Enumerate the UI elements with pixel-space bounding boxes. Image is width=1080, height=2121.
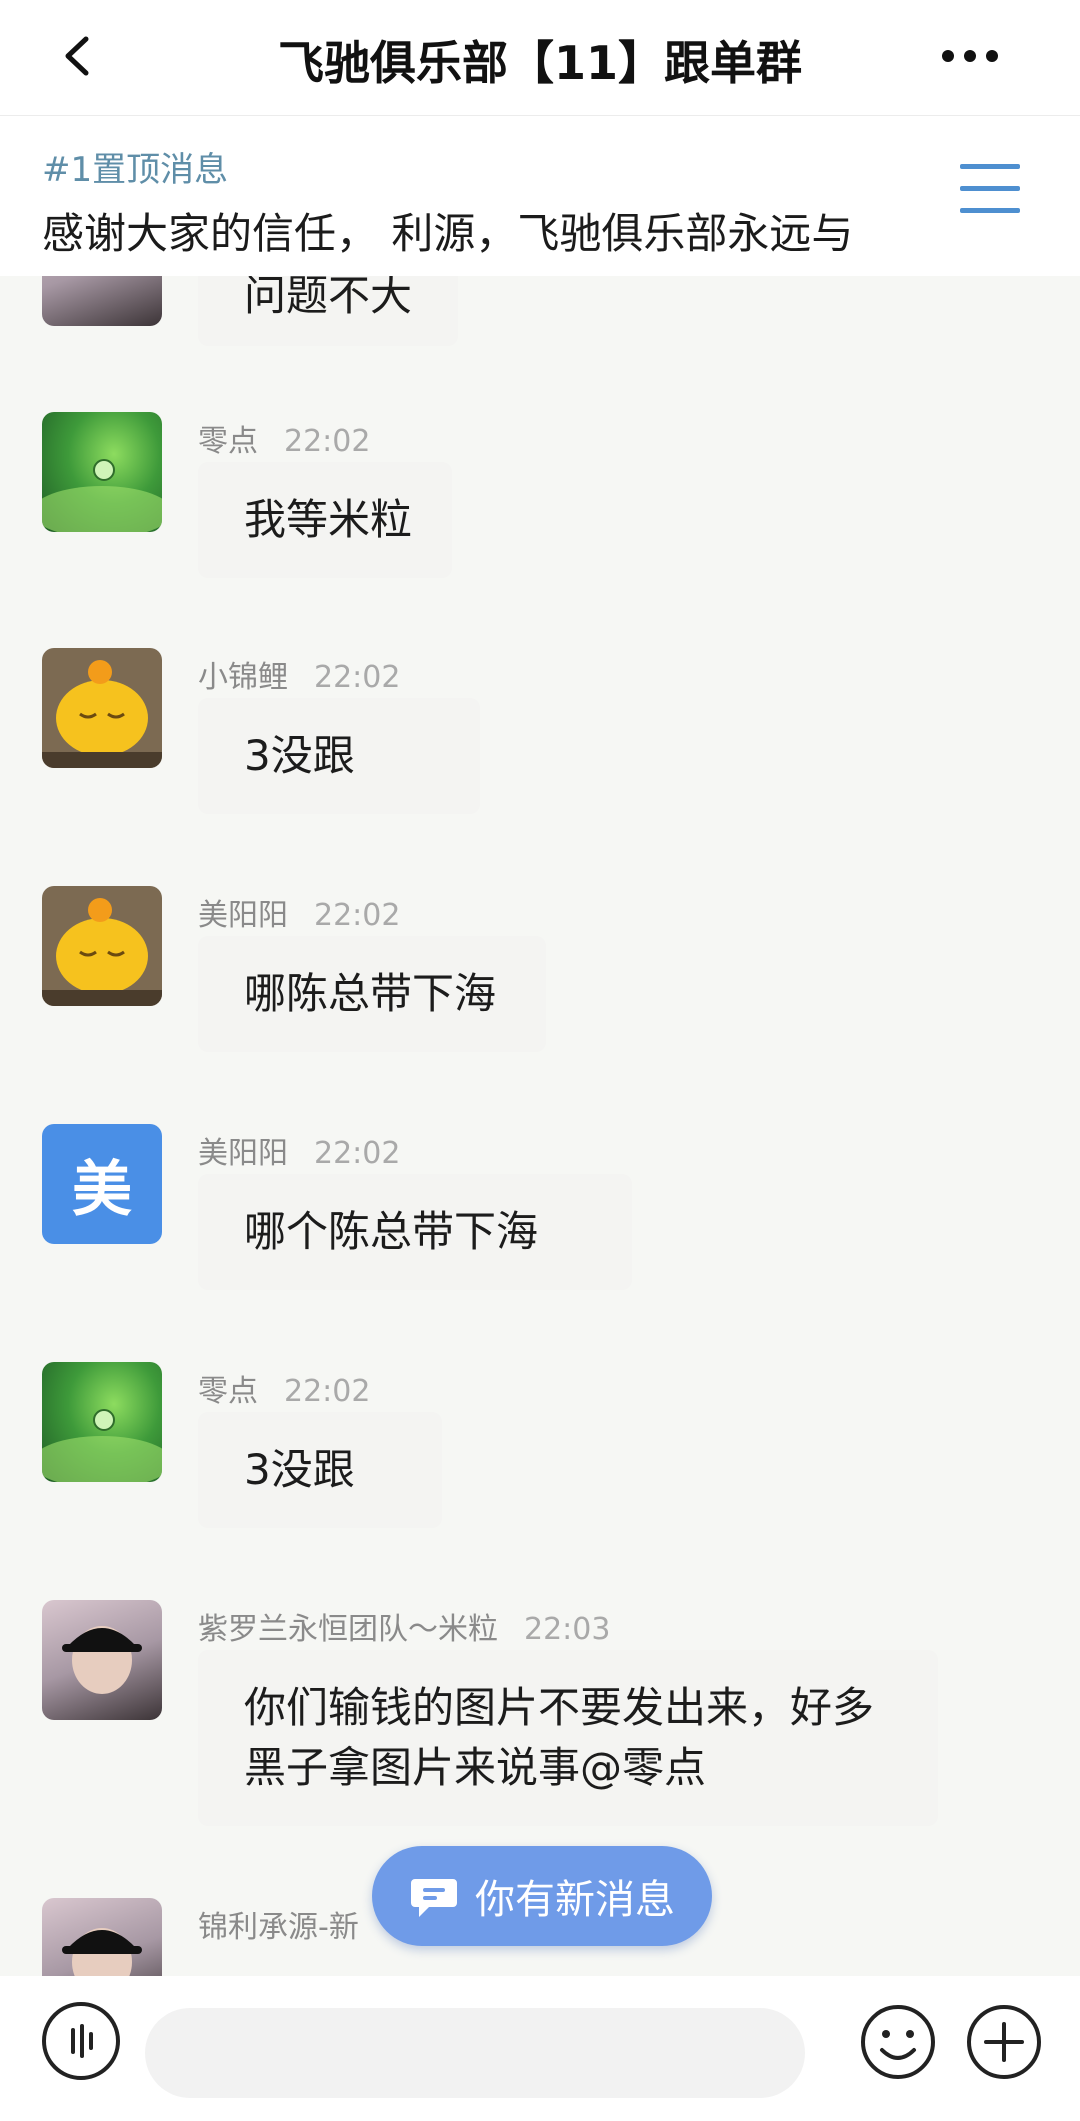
message-time: 22:02 (314, 898, 401, 933)
message-input[interactable] (145, 2008, 805, 2098)
sender-name: 美阳阳 (198, 898, 288, 933)
back-button[interactable] (48, 26, 108, 86)
sender-name: 紫罗兰永恒团队～米粒 (198, 1612, 498, 1647)
avatar[interactable] (42, 1898, 162, 1976)
message-meta: 零点 22:02 (198, 1366, 370, 1410)
pinned-message-bar[interactable]: #1置顶消息 感谢大家的信任， 利源，飞驰俱乐部永远与 (0, 116, 1080, 276)
sender-name: 小锦鲤 (198, 660, 288, 695)
menu-lines-icon (960, 164, 1020, 169)
message-meta: 美阳阳 22:02 (198, 1128, 400, 1172)
chat-header: 飞驰俱乐部【11】跟单群 (0, 0, 1080, 116)
girl-cap-photo-icon (62, 1626, 142, 1694)
chevron-left-icon (65, 36, 89, 76)
message-bubble[interactable]: 你们输钱的图片不要发出来，好多 黑子拿图片来说事@零点 (198, 1650, 938, 1826)
plus-circle-icon (967, 2005, 1041, 2079)
yellow-chick-icon (42, 898, 162, 1006)
chat-bubble-icon (411, 1879, 457, 1917)
message-line: 黑子拿图片来说事@零点 (244, 1743, 707, 1792)
emoji-button[interactable] (858, 2002, 938, 2082)
sender-name: 零点 (198, 1374, 258, 1409)
sender-name: 零点 (198, 424, 258, 459)
yellow-chick-icon (42, 660, 162, 768)
message-bubble[interactable]: 3没跟 (198, 1412, 442, 1528)
avatar[interactable] (42, 648, 162, 768)
input-bar (0, 1976, 1080, 2121)
leaf-drop-icon (42, 1409, 162, 1482)
message-meta: 锦利承源-新 (198, 1902, 359, 1946)
message-bubble[interactable]: 哪个陈总带下海 (198, 1174, 632, 1290)
pinned-text: 感谢大家的信任， 利源，飞驰俱乐部永远与 (42, 209, 854, 258)
message-time: 22:02 (314, 660, 401, 695)
more-dots-icon (942, 50, 998, 62)
message-time: 22:02 (314, 1136, 401, 1171)
leaf-drop-icon (42, 459, 162, 532)
message-meta: 美阳阳 22:02 (198, 890, 400, 934)
avatar[interactable]: 美 (42, 1124, 162, 1244)
girl-cap-photo-icon (62, 1928, 142, 1976)
message-bubble[interactable]: 3没跟 (198, 698, 480, 814)
message-line: 你们输钱的图片不要发出来，好多 (244, 1683, 875, 1732)
more-button[interactable] (930, 26, 1010, 86)
avatar[interactable] (42, 1362, 162, 1482)
sender-name: 美阳阳 (198, 1136, 288, 1171)
plus-button[interactable] (964, 2002, 1044, 2082)
avatar[interactable] (42, 886, 162, 1006)
new-message-label: 你有新消息 (475, 1877, 675, 1923)
message-time: 22:02 (284, 1374, 371, 1409)
new-message-button[interactable]: 你有新消息 (372, 1846, 712, 1946)
message-meta: 小锦鲤 22:02 (198, 652, 400, 696)
voice-button[interactable] (42, 2002, 120, 2080)
message-bubble[interactable]: 问题不大 (198, 276, 459, 346)
pinned-list-button[interactable] (950, 156, 1030, 236)
group-title: 飞驰俱乐部【11】跟单群 (277, 36, 802, 90)
avatar[interactable] (42, 276, 162, 326)
message-bubble[interactable]: 我等米粒 (198, 462, 452, 578)
smiley-icon (861, 2005, 935, 2079)
message-time: 22:03 (524, 1612, 611, 1647)
message-bubble[interactable]: 哪陈总带下海 (198, 936, 546, 1052)
chat-message-list[interactable]: 问题不大 零点 22:02 我等米粒 小锦鲤 22:02 3没跟 美阳阳 22:… (0, 276, 1080, 1976)
message-meta: 紫罗兰永恒团队～米粒 22:03 (198, 1604, 610, 1648)
voice-icon (71, 2024, 93, 2058)
message-meta: 零点 22:02 (198, 416, 370, 460)
pinned-label: #1置顶消息 (42, 150, 229, 190)
avatar[interactable] (42, 412, 162, 532)
sender-name: 锦利承源-新 (198, 1910, 359, 1945)
avatar[interactable] (42, 1600, 162, 1720)
message-time: 22:02 (284, 424, 371, 459)
